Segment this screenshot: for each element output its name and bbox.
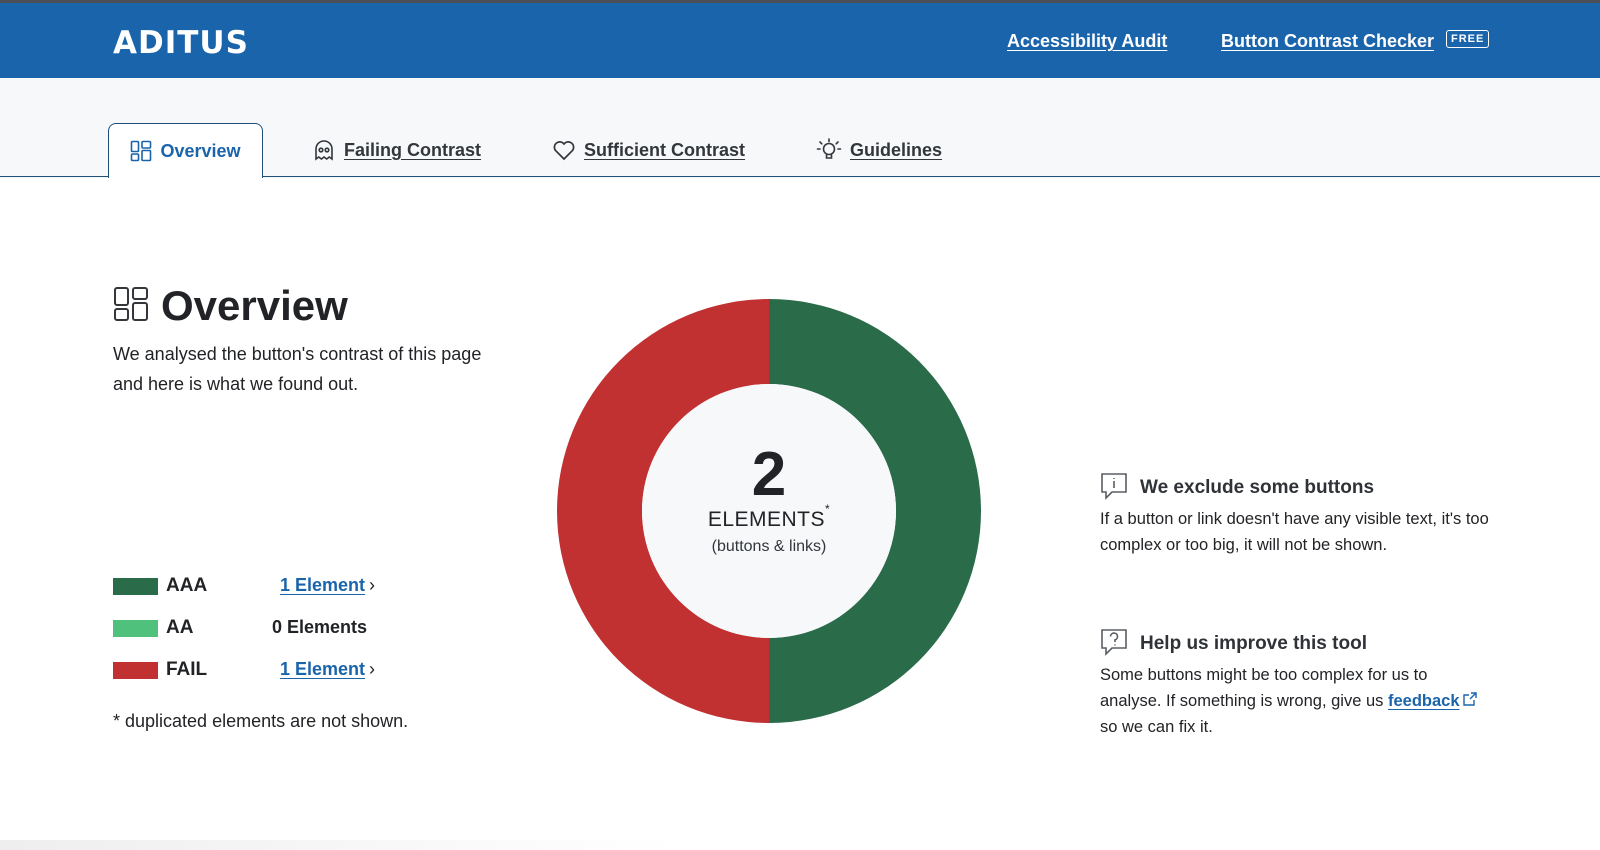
- tab-overview[interactable]: Overview: [108, 123, 263, 178]
- legend-swatch-fail: [113, 662, 158, 679]
- tab-guidelines-label: Guidelines: [850, 139, 943, 160]
- legend-fail-elements-link[interactable]: 1 Element ›: [280, 659, 375, 680]
- nav-accessibility-audit-link[interactable]: Accessibility Audit: [1007, 31, 1167, 52]
- tab-guidelines[interactable]: Guidelines: [816, 123, 942, 177]
- legend-aa-count: 0 Elements: [272, 617, 368, 637]
- exclusion-info-title: We exclude some buttons: [1140, 477, 1375, 498]
- dashboard-icon: [113, 286, 149, 327]
- feedback-info-body: Some buttons might be too complex for us…: [1100, 662, 1490, 740]
- legend-aaa-elements-link[interactable]: 1 Element ›: [280, 575, 375, 596]
- overview-description: We analysed the button's contrast of thi…: [113, 344, 482, 394]
- nav-button-contrast-checker-link[interactable]: Button Contrast Checker: [1221, 31, 1434, 52]
- asterisk-marker: *: [825, 502, 831, 516]
- feedback-info-title: Help us improve this tool: [1140, 633, 1367, 654]
- total-elements-label: ELEMENTS*: [707, 502, 831, 531]
- legend-label-fail: FAIL: [166, 659, 208, 680]
- tab-sufficient-contrast[interactable]: Sufficient Contrast: [552, 123, 745, 177]
- exclusion-info: We exclude some buttons If a button or l…: [1100, 472, 1490, 558]
- chevron-right-icon: ›: [369, 575, 376, 595]
- feedback-link[interactable]: feedback: [1388, 692, 1460, 710]
- legend-label-aaa: AAA: [166, 575, 208, 596]
- tab-failing-contrast[interactable]: Failing Contrast: [312, 123, 481, 177]
- lightbulb-icon: [816, 137, 842, 163]
- overview-heading: Overview: [113, 282, 348, 330]
- legend-swatch-aa: [113, 620, 158, 637]
- tab-sufficient-contrast-label: Sufficient Contrast: [584, 139, 746, 160]
- aditus-logo[interactable]: ADITUS: [113, 25, 249, 61]
- legend-label-aa: AA: [166, 617, 194, 638]
- free-badge: FREE: [1446, 30, 1490, 48]
- tab-failing-contrast-label: Failing Contrast: [344, 139, 482, 160]
- tab-overview-label: Overview: [160, 140, 241, 161]
- legend-item-fail: FAIL 1 Element ›: [113, 659, 413, 681]
- question-bubble-icon: [1100, 628, 1128, 661]
- exclusion-info-body: If a button or link doesn't have any vis…: [1100, 510, 1489, 554]
- site-header: ADITUS Accessibility Audit Button Contra…: [0, 3, 1600, 78]
- total-elements-count: 2: [751, 440, 787, 509]
- chevron-right-icon: ›: [369, 659, 376, 679]
- feedback-info: Help us improve this tool Some buttons m…: [1100, 628, 1490, 740]
- heart-icon: [552, 139, 576, 161]
- total-elements-sublabel: (buttons & links): [711, 538, 827, 555]
- external-link-icon: [1462, 688, 1477, 714]
- legend-item-aaa: AAA 1 Element ›: [113, 575, 413, 597]
- info-bubble-icon: [1100, 472, 1128, 505]
- dashboard-icon: [130, 140, 152, 162]
- ghost-icon: [312, 138, 336, 162]
- page-title: Overview: [161, 282, 348, 329]
- legend-swatch-aaa: [113, 578, 158, 595]
- legend-item-aa: AA 0 Elements: [113, 617, 413, 639]
- duplicates-footnote: * duplicated elements are not shown.: [113, 711, 409, 731]
- bottom-shadow: [0, 840, 680, 850]
